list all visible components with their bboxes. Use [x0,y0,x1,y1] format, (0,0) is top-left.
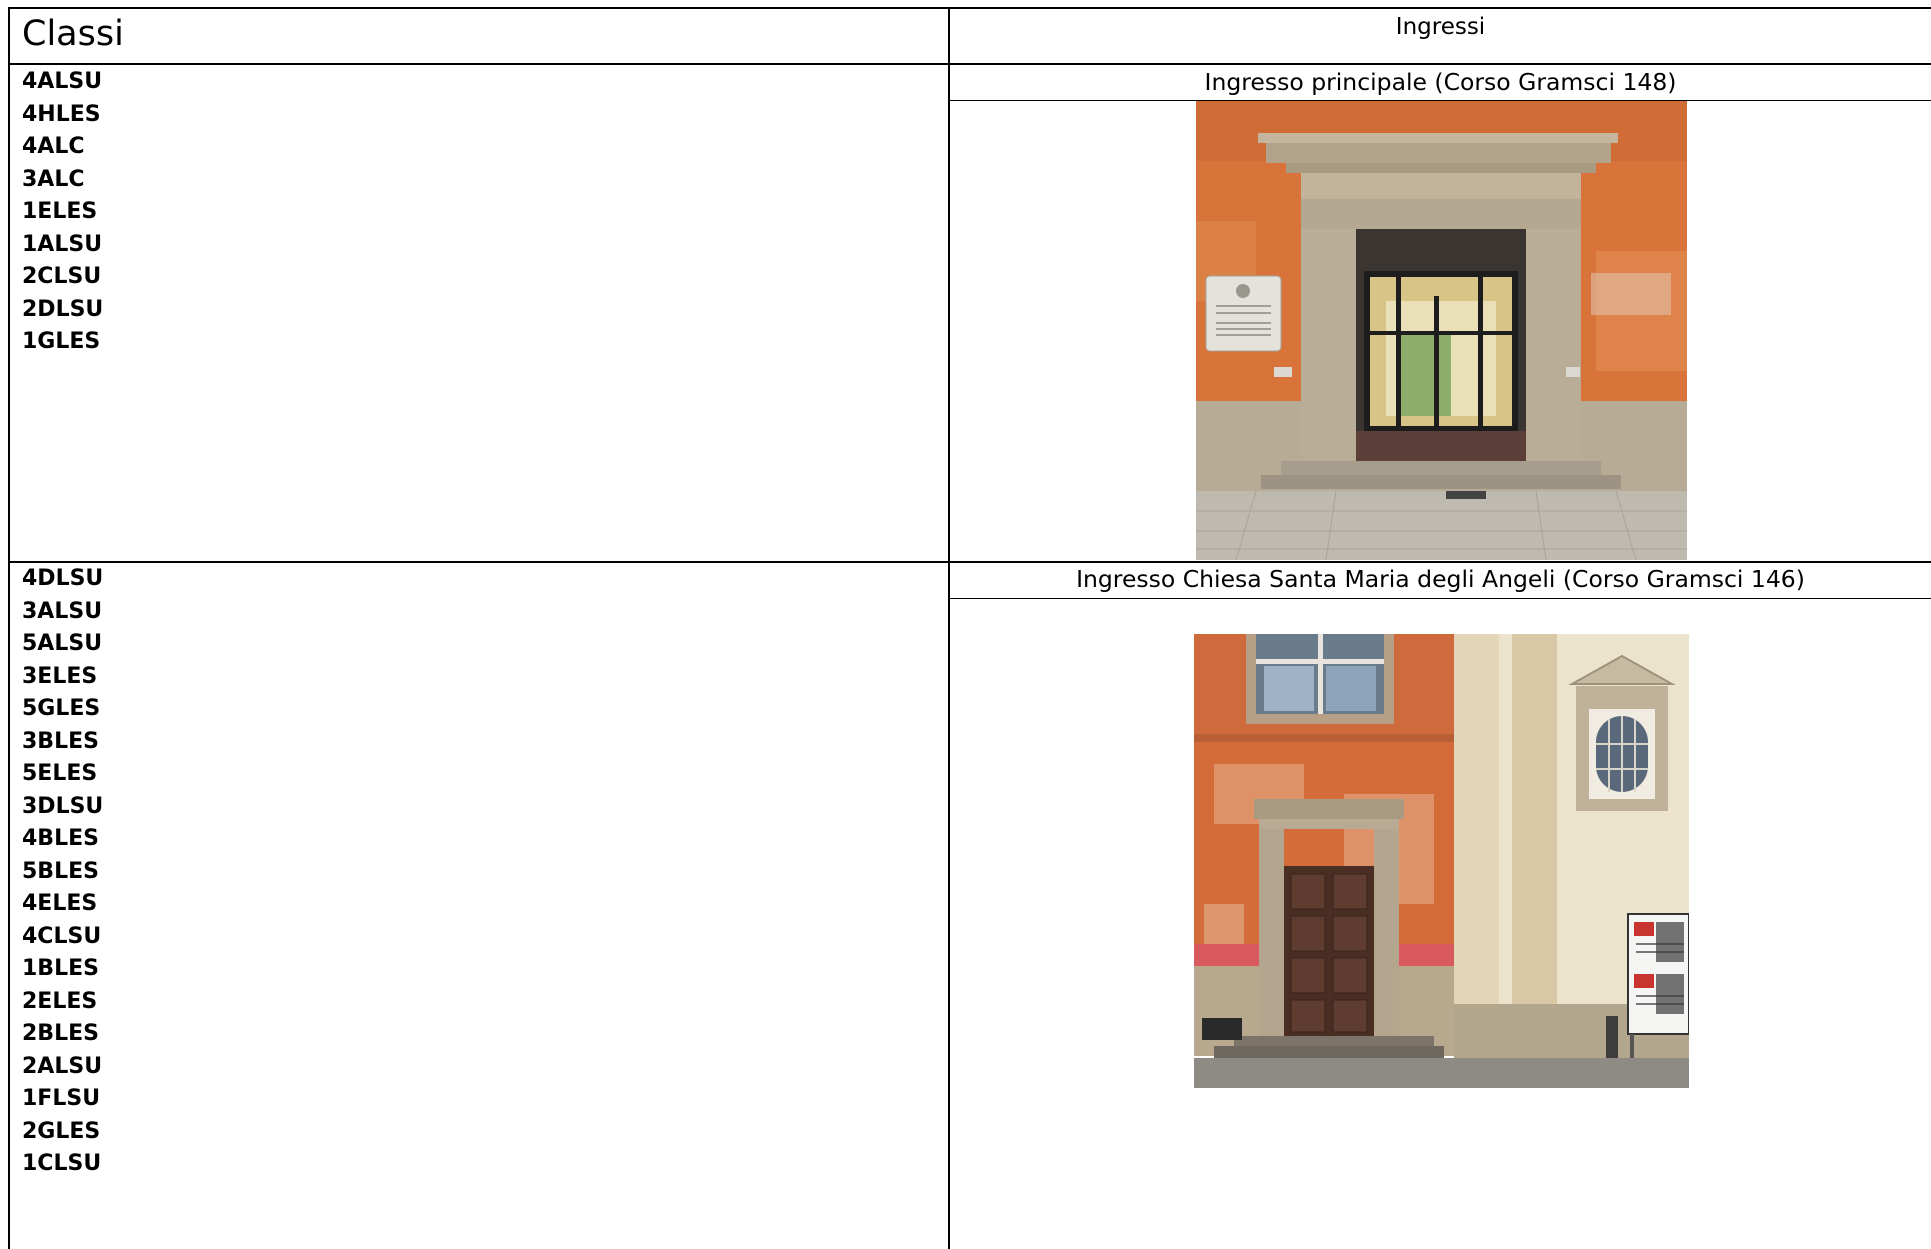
class-item: 3ALSU [22,598,103,624]
ingressi-column-header: Ingressi [1395,14,1486,40]
table-border-top [8,7,1931,9]
church-entrance-photo [1194,634,1689,1088]
class-item: 1BLES [22,956,99,981]
class-item: 4ELES [22,891,98,916]
class-item: 3BLES [22,728,99,754]
document-page: Classi Ingressi 4ALSU 4HLES 4ALC 3ALC 1E… [0,0,1931,1249]
classi-column-header: Classi [22,14,124,54]
class-item: 2GLES [22,1118,101,1144]
main-entrance-photo [1196,101,1687,560]
entrance-2-title-divider [949,598,1931,599]
class-item: 5BLES [22,858,99,884]
table-border-left [8,7,10,1249]
entrance-1-title: Ingresso principale (Corso Gramsci 148) [1204,68,1677,96]
class-item: 1GLES [22,329,101,354]
class-item: 5ELES [22,761,98,786]
class-item: 4CLSU [22,923,102,949]
class-item: 3DLSU [22,793,104,819]
class-item: 5ALSU [22,631,103,656]
class-item: 4DLSU [22,566,104,591]
class-item: 3ELES [22,663,98,689]
class-item: 1FLSU [22,1086,101,1111]
class-item: 4HLES [22,101,101,127]
header-row-divider [8,63,1931,65]
class-item: 1ELES [22,199,98,224]
class-item: 1ALSU [22,231,103,257]
entrance-2-title: Ingresso Chiesa Santa Maria degli Angeli… [1076,565,1805,593]
class-item: 2ELES [22,988,98,1014]
class-item: 5GLES [22,696,101,721]
class-item: 4BLES [22,826,99,851]
class-item: 2CLSU [22,264,102,289]
entrance-2-class-list: 4DLSU 3ALSU 5ALSU 3ELES 5GLES 3BLES 5ELE… [22,563,103,1181]
class-item: 2BLES [22,1021,99,1046]
class-item: 4ALSU [22,69,103,94]
class-item: 1CLSU [22,1151,102,1176]
class-item: 2ALSU [22,1053,103,1079]
row-divider [8,561,1931,563]
column-divider [948,7,950,1249]
class-item: 3ALC [22,166,85,192]
class-item: 4ALC [22,134,85,159]
class-item: 2DLSU [22,296,104,322]
entrance-1-class-list: 4ALSU 4HLES 4ALC 3ALC 1ELES 1ALSU 2CLSU … [22,66,103,359]
